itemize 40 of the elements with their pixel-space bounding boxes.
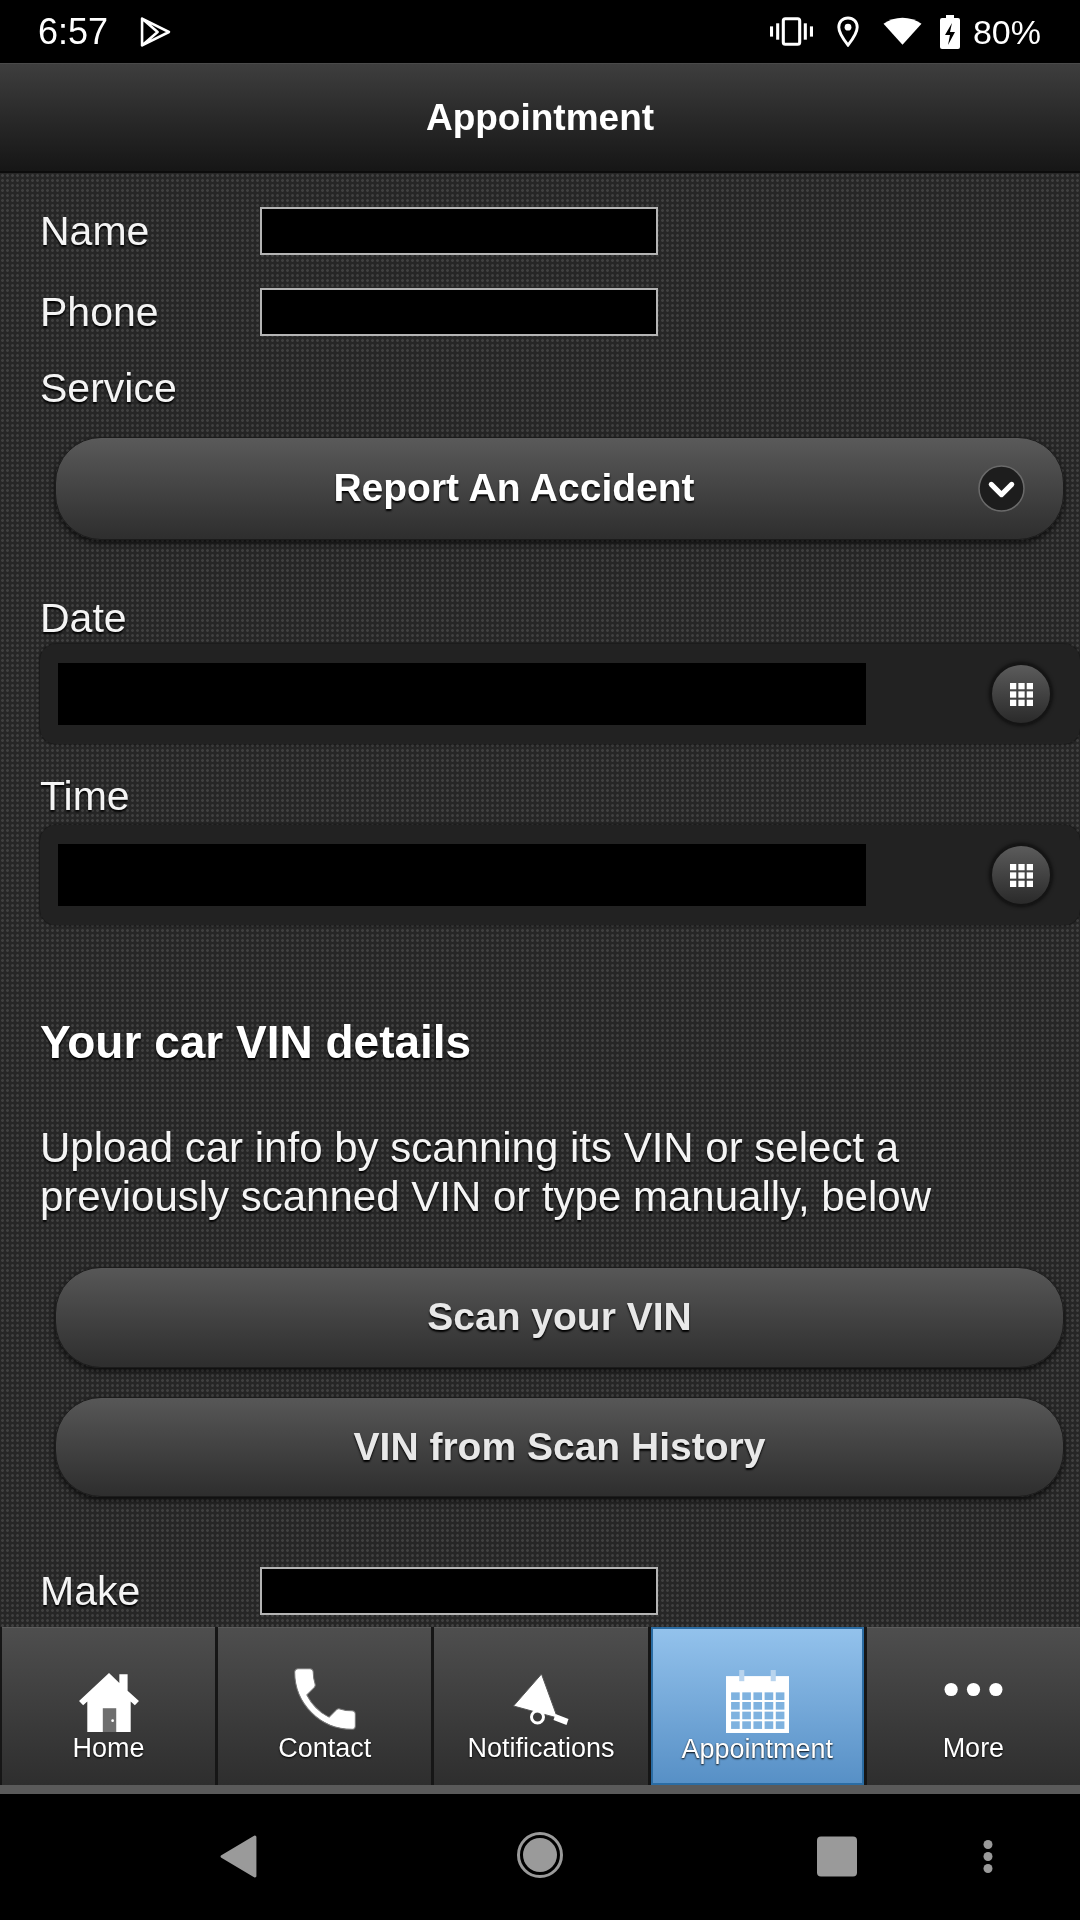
input-field[interactable] <box>260 288 658 336</box>
tab-item[interactable]: Contact <box>218 1627 432 1785</box>
vin-button[interactable]: Scan your VIN <box>55 1267 1064 1368</box>
home-circle-icon[interactable] <box>517 1832 563 1878</box>
vibrate-icon <box>769 17 813 46</box>
tab-item[interactable]: Home <box>2 1627 216 1785</box>
battery-charging-icon <box>939 14 960 49</box>
grid-icon <box>1009 682 1033 706</box>
battery-percent: 80% <box>972 11 1041 52</box>
input-field[interactable] <box>260 1567 658 1615</box>
wifi-icon <box>882 17 922 46</box>
vin-button[interactable]: VIN from Scan History <box>55 1397 1064 1497</box>
field-label: Service <box>40 366 177 410</box>
section-heading: Your car VIN details <box>40 1015 472 1069</box>
status-time: 6:57 <box>38 11 109 52</box>
picker-button[interactable] <box>990 844 1052 906</box>
phone-icon <box>293 1668 356 1730</box>
section-description: Upload car info by scanning its VIN or select a previously scanned VIN or type manually, below <box>40 1123 932 1221</box>
input-field[interactable] <box>58 663 866 725</box>
picker-button[interactable] <box>990 663 1052 725</box>
location-pin-icon <box>835 16 860 47</box>
field-label: Name <box>40 209 151 253</box>
play-icon <box>140 16 172 47</box>
service-select[interactable]: Report An Accident <box>55 437 1064 540</box>
tab-item[interactable]: More <box>866 1627 1080 1785</box>
back-icon[interactable] <box>220 1835 257 1878</box>
page-title: Appointment <box>425 95 655 140</box>
square-icon[interactable] <box>817 1836 857 1877</box>
more-dots-icon <box>943 1682 1003 1697</box>
field-label: Date <box>40 596 127 640</box>
grid-icon <box>1009 863 1033 887</box>
input-field[interactable] <box>58 844 866 906</box>
input-field[interactable] <box>260 207 658 255</box>
calendar-icon <box>724 1670 790 1733</box>
field-label: Make <box>40 1569 142 1613</box>
more-vertical-icon[interactable] <box>983 1839 993 1874</box>
field-label: Time <box>40 774 130 818</box>
field-label: Phone <box>40 290 160 334</box>
tab-item[interactable]: Notifications <box>434 1627 648 1785</box>
chevron-down-icon <box>978 465 1025 512</box>
